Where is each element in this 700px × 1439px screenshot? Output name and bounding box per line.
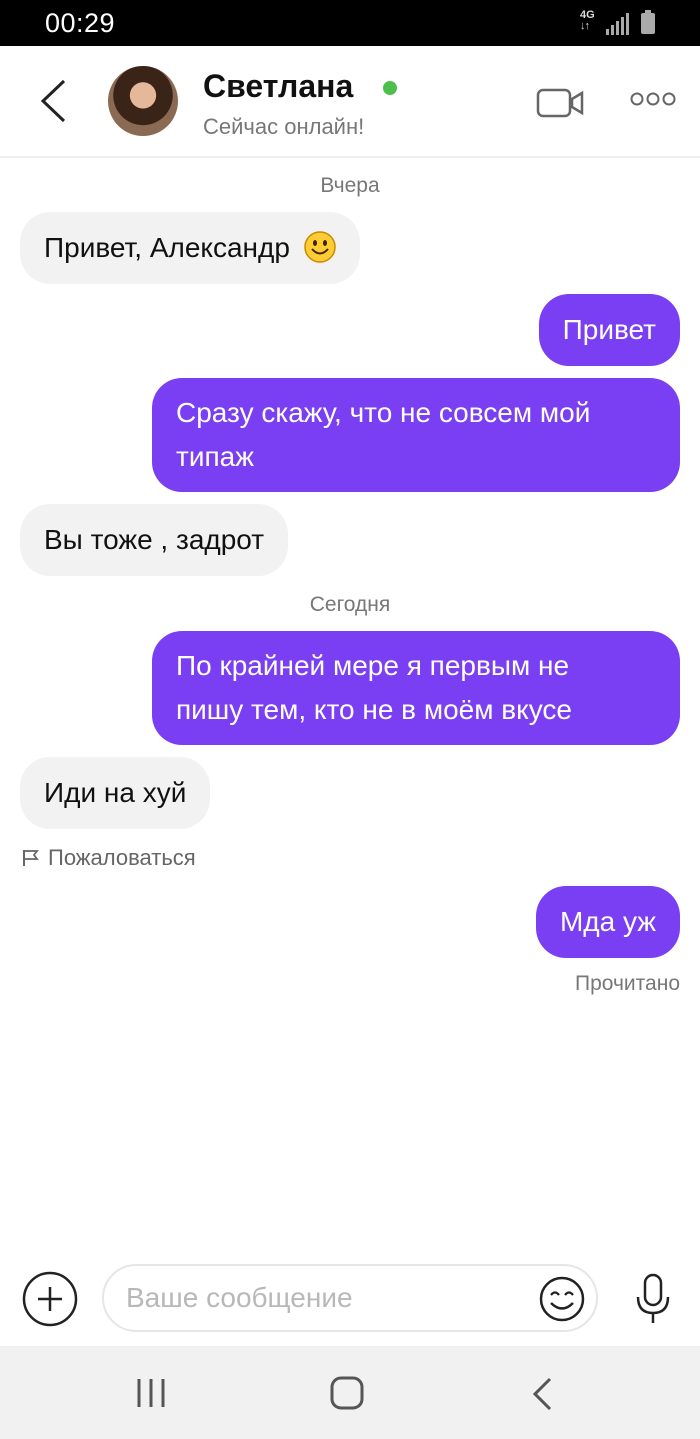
battery-icon: [641, 10, 655, 34]
status-time: 00:29: [45, 8, 116, 38]
message-text-line: пишу тем, кто не в моём вкусе: [176, 694, 572, 725]
message-text: Привет: [562, 314, 656, 345]
date-separator-yesterday: Вчера: [320, 174, 380, 197]
status-bar: 00:29 4G ↓↑: [0, 0, 700, 46]
emoji-icon[interactable]: [538, 1275, 586, 1323]
smiley-emoji-icon: [303, 231, 336, 263]
more-icon[interactable]: [630, 92, 676, 106]
nav-recent-icon[interactable]: [134, 1376, 168, 1410]
message-text-line: Сразу скажу, что не совсем мой: [176, 397, 591, 428]
contact-name[interactable]: Светлана: [203, 68, 353, 105]
nav-back-icon[interactable]: [530, 1376, 556, 1412]
message-text: Мда уж: [559, 906, 656, 937]
add-icon[interactable]: [22, 1271, 78, 1327]
flag-icon: [23, 850, 39, 866]
message-composer: [0, 1255, 700, 1345]
nav-home-icon[interactable]: [328, 1374, 366, 1412]
network-indicator: 4G ↓↑: [580, 10, 595, 32]
message-text-line: типаж: [176, 441, 254, 472]
date-separator-today: Сегодня: [309, 593, 391, 616]
chat-header: Светлана Сейчас онлайн!: [0, 46, 700, 158]
message-text: Привет, Александр: [44, 232, 290, 263]
back-chevron-icon[interactable]: [38, 78, 74, 124]
message-bubble-incoming[interactable]: Привет, Александр: [20, 212, 360, 284]
microphone-icon[interactable]: [634, 1273, 672, 1325]
system-navigation-bar: [0, 1346, 700, 1439]
message-text: Иди на хуй: [44, 777, 187, 808]
signal-icon: [606, 13, 630, 35]
read-status: Прочитано: [575, 972, 680, 995]
avatar[interactable]: [108, 66, 178, 136]
online-indicator: [383, 81, 397, 95]
report-label: Пожаловаться: [48, 845, 196, 870]
message-bubble-incoming[interactable]: Вы тоже , задрот: [20, 504, 289, 576]
message-text: Вы тоже , задрот: [44, 524, 265, 555]
message-bubble-incoming[interactable]: Иди на хуй: [20, 757, 211, 829]
message-text-line: По крайней мере я первым не: [176, 650, 570, 681]
data-arrows-icon: ↓↑: [580, 20, 590, 32]
message-bubble-outgoing[interactable]: Мда уж: [535, 886, 680, 958]
message-bubble-outgoing[interactable]: По крайней мере я первым не пишу тем, кт…: [152, 631, 680, 745]
message-bubble-outgoing[interactable]: Сразу скажу, что не совсем мой типаж: [152, 378, 680, 492]
report-link[interactable]: Пожаловаться: [22, 845, 196, 871]
message-bubble-outgoing[interactable]: Привет: [538, 294, 680, 366]
contact-status: Сейчас онлайн!: [203, 114, 365, 139]
message-input[interactable]: [102, 1264, 598, 1332]
video-call-icon[interactable]: [536, 86, 586, 120]
